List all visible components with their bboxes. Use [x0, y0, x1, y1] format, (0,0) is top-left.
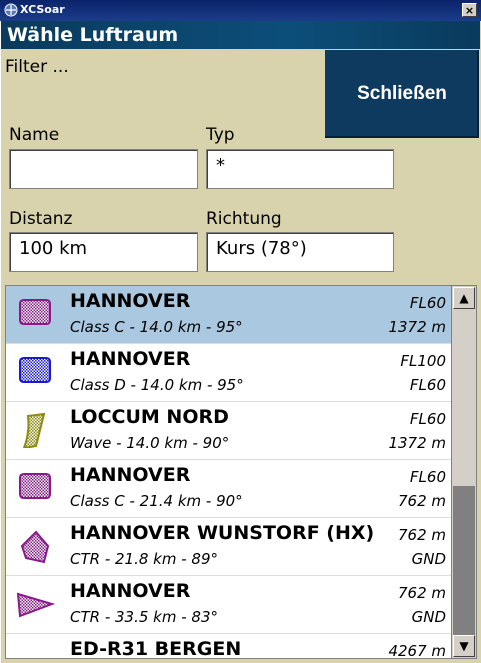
airspace-detail: Class C - 21.4 km - 90° [70, 492, 243, 510]
list-item[interactable]: HANNOVER Class C - 14.0 km - 95° FL60 1372 … [6, 286, 452, 344]
type-field[interactable]: * [206, 149, 394, 189]
name-field[interactable] [9, 149, 198, 189]
airspace-shape-icon [19, 299, 51, 325]
distance-field[interactable]: 100 km [9, 232, 198, 272]
airspace-name: HANNOVER [70, 290, 191, 312]
window-title: XCSoar [20, 3, 65, 16]
airspace-top: FL100 [400, 352, 446, 370]
airspace-shape-icon [19, 357, 51, 383]
airspace-name: LOCCUM NORD [70, 406, 229, 428]
airspace-shape-icon [14, 644, 56, 659]
dialog-caption: Wähle Luftraum [1, 21, 480, 49]
airspace-dialog: Wähle Luftraum Filter ... Schließen Name… [0, 21, 481, 663]
direction-label: Richtung [206, 209, 282, 229]
airspace-detail: Wave - 14.0 km - 90° [70, 434, 230, 452]
distance-label: Distanz [9, 209, 73, 229]
airspace-shape-icon [16, 592, 56, 618]
arrow-down-icon[interactable]: ▼ [453, 635, 475, 657]
filter-label: Filter ... [5, 57, 69, 77]
list-item[interactable]: HANNOVER CTR - 33.5 km - 83° 762 m GND [6, 576, 452, 634]
name-label: Name [9, 125, 60, 145]
direction-field[interactable]: Kurs (78°) [206, 232, 394, 272]
close-button[interactable]: Schließen [325, 50, 479, 138]
airspace-base: 1372 m [388, 318, 446, 336]
airspace-shape-icon [20, 530, 50, 564]
airspace-detail: CTR - 21.8 km - 89° [70, 550, 219, 568]
airspace-top: FL60 [409, 468, 446, 486]
airspace-name: ED-R31 BERGEN [70, 638, 242, 659]
close-icon[interactable]: × [462, 3, 477, 17]
list-item[interactable]: HANNOVER WUNSTORF (HX) CTR - 21.8 km - 89… [6, 518, 452, 576]
airspace-top: 762 m [397, 526, 446, 544]
type-label: Typ [206, 125, 235, 145]
airspace-top: 762 m [397, 584, 446, 602]
airspace-shape-icon [19, 473, 51, 499]
airspace-base: FL60 [409, 376, 446, 394]
airspace-detail: Class D - 14.0 km - 95° [70, 376, 244, 394]
airspace-detail: CTR - 33.5 km - 83° [70, 608, 219, 626]
list-item[interactable]: LOCCUM NORD Wave - 14.0 km - 90° FL60 1372 … [6, 402, 452, 460]
airspace-shape-icon [22, 412, 46, 448]
app-icon [4, 3, 18, 17]
window-titlebar: XCSoar × [0, 0, 481, 21]
list-item[interactable]: HANNOVER Class D - 14.0 km - 95° FL100 FL60 [6, 344, 452, 402]
airspace-top: 4267 m [388, 642, 446, 659]
airspace-base: 1372 m [388, 434, 446, 452]
airspace-base: GND [411, 608, 446, 626]
airspace-name: HANNOVER [70, 348, 191, 370]
airspace-list: ED-R31 BERGEN 4267 m HANNOVER CTR - 33.5 km… [5, 285, 477, 659]
arrow-up-icon[interactable]: ▲ [453, 287, 475, 309]
airspace-detail: Class C - 14.0 km - 95° [70, 318, 243, 336]
airspace-name: HANNOVER [70, 464, 191, 486]
airspace-name: HANNOVER WUNSTORF (HX) [70, 522, 375, 544]
airspace-base: GND [411, 550, 446, 568]
list-scrollbar[interactable]: ▲ ▼ [451, 286, 476, 658]
airspace-top: FL60 [409, 294, 446, 312]
airspace-name: HANNOVER [70, 580, 191, 602]
airspace-top: FL60 [409, 410, 446, 428]
list-item[interactable]: ED-R31 BERGEN 4267 m [6, 634, 452, 659]
airspace-base: 762 m [397, 492, 446, 510]
scrollbar-thumb[interactable] [453, 486, 475, 636]
list-item[interactable]: HANNOVER Class C - 21.4 km - 90° FL60 762 m [6, 460, 452, 518]
